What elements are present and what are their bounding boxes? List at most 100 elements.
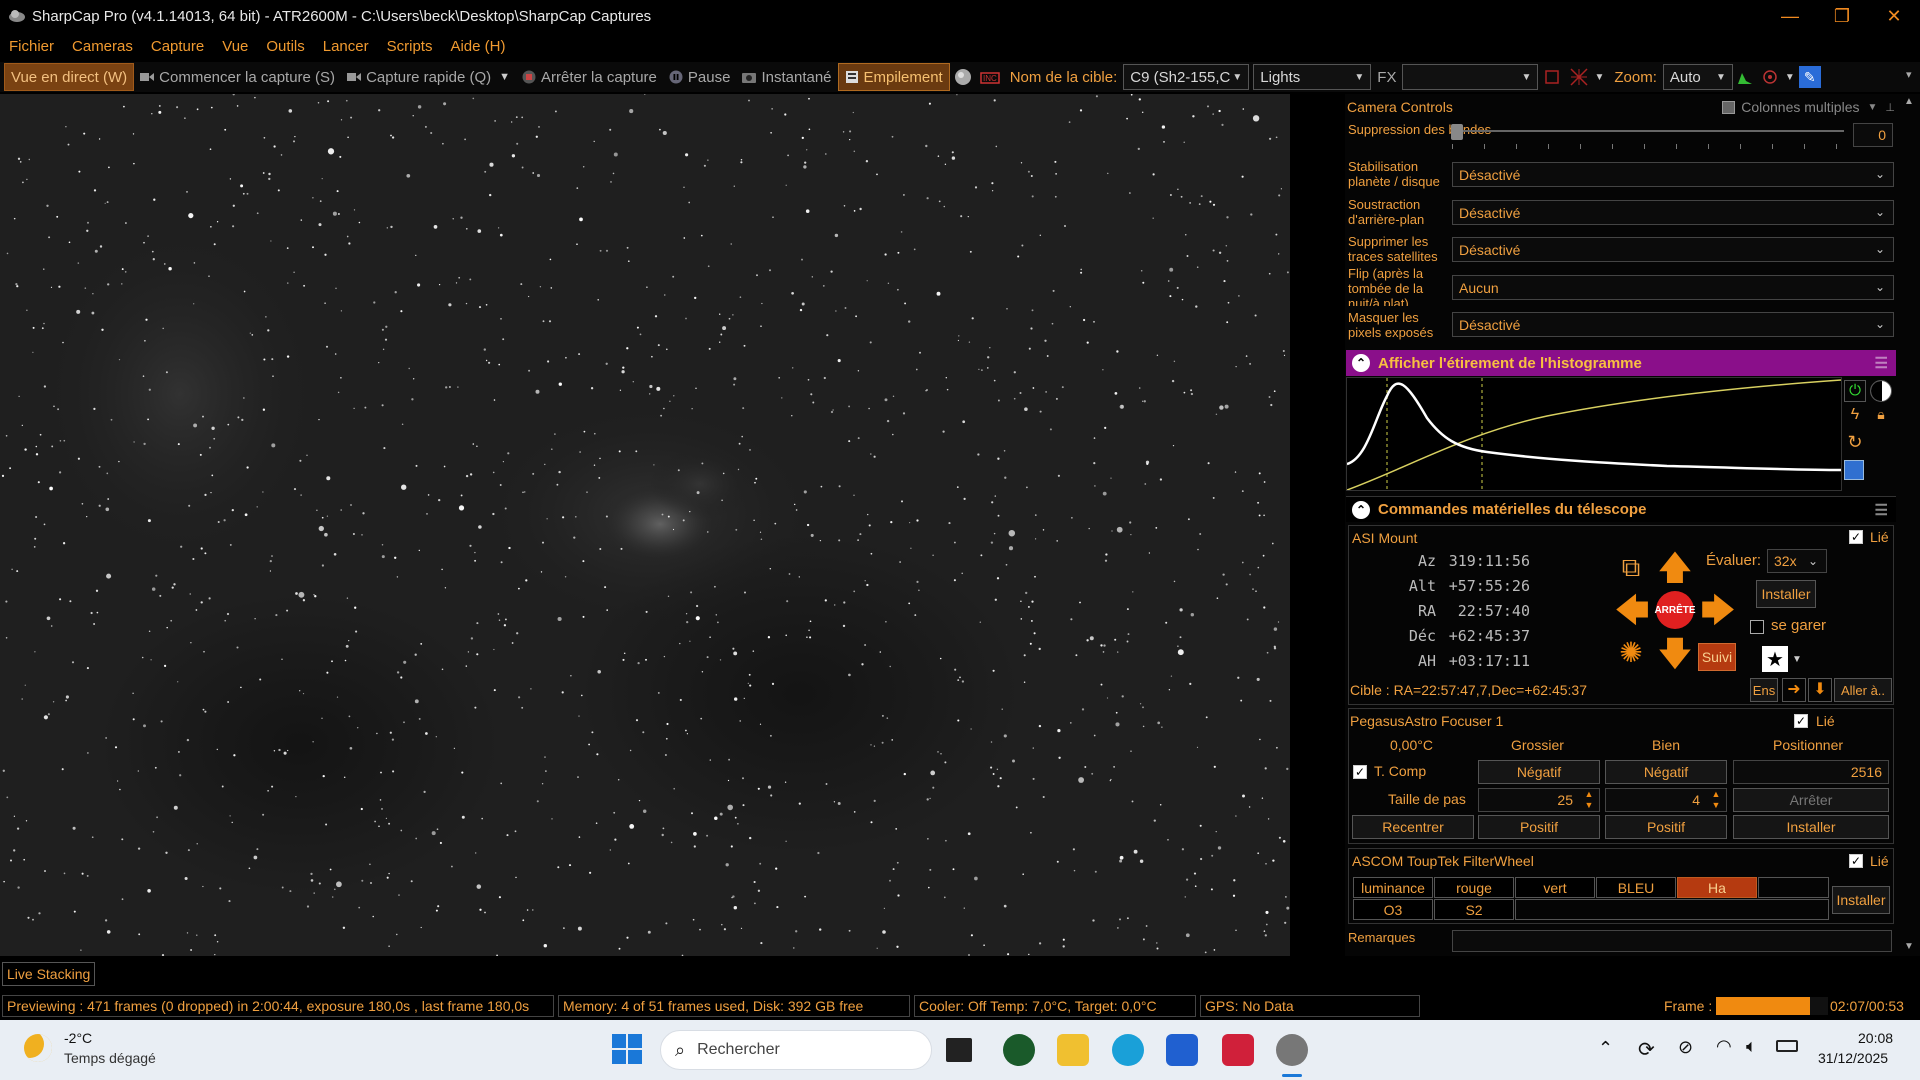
fine-positive-button[interactable]: Positif: [1605, 815, 1727, 839]
menu-cameras[interactable]: Cameras: [63, 38, 142, 55]
menu-fichier[interactable]: Fichier: [0, 38, 63, 55]
stop-mount-button[interactable]: ARRÊTE: [1654, 591, 1696, 629]
coarse-step-spinner-icon[interactable]: ▲ ▼: [1580, 789, 1598, 811]
filter-button[interactable]: O3: [1353, 899, 1433, 920]
menu-scripts[interactable]: Scripts: [378, 38, 442, 55]
park-checkbox[interactable]: [1750, 620, 1764, 634]
zoom-select[interactable]: Auto ▼: [1662, 64, 1733, 90]
chevron-down-icon[interactable]: ▼: [499, 71, 510, 83]
mount-linked-checkbox[interactable]: ✓: [1849, 530, 1863, 544]
start-capture-button[interactable]: Commencer la capture (S): [134, 63, 341, 91]
west-arrow-icon[interactable]: 🡄: [1612, 591, 1652, 631]
scroll-up-icon[interactable]: ▲: [1904, 96, 1914, 107]
store-icon[interactable]: [1166, 1034, 1198, 1066]
task-view-icon[interactable]: [946, 1038, 972, 1062]
menu-lines-icon[interactable]: ☰: [1875, 354, 1888, 372]
arrow-down-icon[interactable]: ⬇: [1808, 678, 1832, 702]
minimize-button[interactable]: —: [1764, 0, 1816, 32]
focuser-stop-button[interactable]: Arrêter: [1733, 788, 1889, 812]
fine-step-spinner-icon[interactable]: ▲ ▼: [1707, 789, 1725, 811]
tools-button[interactable]: ✎: [1798, 63, 1821, 91]
arrow-right-icon[interactable]: ➜: [1782, 678, 1806, 702]
set-target-button[interactable]: Ens: [1750, 678, 1778, 702]
quick-capture-button[interactable]: Capture rapide (Q) ▼: [341, 63, 516, 91]
multi-columns-checkbox[interactable]: [1722, 100, 1736, 114]
volume-icon[interactable]: 🔈︎: [1746, 1036, 1757, 1057]
sync-button[interactable]: ⧉: [1614, 550, 1648, 584]
fine-negative-button[interactable]: Négatif: [1605, 760, 1727, 784]
notes-input[interactable]: [1452, 930, 1892, 952]
wifi-icon[interactable]: ◠: [1716, 1036, 1732, 1057]
toolbar-overflow-icon[interactable]: ▾: [1906, 68, 1912, 81]
panel-scrollbar[interactable]: ▲ ▼: [1900, 94, 1920, 956]
collapse-icon[interactable]: ⌃: [1352, 500, 1370, 519]
menu-aide[interactable]: Aide (H): [441, 38, 514, 55]
crosshair-button[interactable]: ▼: [1566, 63, 1608, 91]
target-name-select[interactable]: C9 (Sh2-155,C ▼: [1123, 64, 1250, 90]
stabilisation-select[interactable]: Désactivé ⌄: [1452, 162, 1894, 187]
scroll-down-icon[interactable]: ▼: [1904, 941, 1914, 952]
filter-button[interactable]: Ha: [1677, 877, 1757, 898]
histogram-toggle-button[interactable]: [950, 63, 976, 91]
sharpcap-taskbar-icon[interactable]: [1276, 1034, 1308, 1066]
pin-icon[interactable]: ⊥: [1885, 101, 1895, 114]
frame-type-select[interactable]: Lights ▼: [1253, 64, 1372, 90]
restore-button[interactable]: ❐: [1816, 0, 1868, 32]
satellite-removal-select[interactable]: Désactivé ⌄: [1452, 237, 1894, 262]
banding-value[interactable]: 0: [1853, 123, 1893, 147]
hot-pixel-select[interactable]: Désactivé ⌄: [1452, 312, 1894, 337]
weather-moon-icon[interactable]: [24, 1034, 52, 1062]
menu-outils[interactable]: Outils: [257, 38, 313, 55]
banding-slider-thumb[interactable]: [1451, 124, 1463, 140]
stacking-button[interactable]: Empilement: [837, 63, 950, 91]
south-arrow-icon[interactable]: 🡇: [1655, 634, 1695, 674]
filter-button[interactable]: S2: [1434, 899, 1514, 920]
east-arrow-icon[interactable]: 🡆: [1698, 591, 1738, 631]
focuser-install-button[interactable]: Installer: [1733, 815, 1889, 839]
edge-icon[interactable]: [1112, 1034, 1144, 1066]
goto-button[interactable]: Aller à..: [1834, 678, 1892, 702]
histogram-panel[interactable]: [1346, 377, 1842, 491]
menu-lancer[interactable]: Lancer: [314, 38, 378, 55]
focuser-linked-checkbox[interactable]: ✓: [1794, 714, 1808, 728]
rate-select[interactable]: 32x ⌄: [1767, 549, 1827, 573]
flip-select[interactable]: Aucun ⌄: [1452, 275, 1894, 300]
filter-button[interactable]: rouge: [1434, 877, 1514, 898]
banding-slider[interactable]: [1452, 130, 1844, 132]
sync-icon[interactable]: ⟳: [1638, 1037, 1655, 1062]
save-icon[interactable]: [1844, 460, 1864, 480]
lightning-icon[interactable]: ϟ: [1844, 406, 1866, 428]
tcomp-checkbox[interactable]: ✓: [1353, 765, 1367, 779]
search-box[interactable]: ⌕ Rechercher: [660, 1030, 932, 1070]
pause-button[interactable]: Pause: [663, 63, 737, 91]
start-button[interactable]: [612, 1034, 642, 1064]
collapse-chevron-icon[interactable]: ▼: [1868, 102, 1878, 113]
filterwheel-linked-checkbox[interactable]: ✓: [1849, 854, 1863, 868]
stop-capture-button[interactable]: Arrêter la capture: [516, 63, 663, 91]
home-target-icon[interactable]: ✺: [1614, 636, 1648, 670]
mount-install-button[interactable]: Installer: [1756, 580, 1816, 608]
coarse-negative-button[interactable]: Négatif: [1478, 760, 1600, 784]
coarse-positive-button[interactable]: Positif: [1478, 815, 1600, 839]
live-view-button[interactable]: Vue en direct (W): [4, 63, 135, 91]
tracking-button[interactable]: Suivi: [1698, 643, 1736, 671]
close-button[interactable]: ✕: [1868, 0, 1920, 32]
favorites-button[interactable]: ★ ▼: [1762, 645, 1806, 673]
filterwheel-install-button[interactable]: Installer: [1832, 886, 1890, 914]
filter-button[interactable]: luminance: [1353, 877, 1433, 898]
camera-image-view[interactable]: [0, 94, 1290, 956]
contrast-icon[interactable]: [1870, 380, 1892, 402]
app-icon-green[interactable]: [1003, 1034, 1035, 1066]
focus-button[interactable]: ▼: [1757, 63, 1799, 91]
fx-select[interactable]: ▼: [1402, 64, 1539, 90]
histogram-button[interactable]: [1733, 63, 1757, 91]
power-icon[interactable]: ⏻: [1844, 380, 1866, 402]
histogram-header[interactable]: ⌃ Afficher l'étirement de l'histogramme …: [1346, 350, 1896, 376]
reticle-button[interactable]: [1538, 63, 1566, 91]
filter-button[interactable]: vert: [1515, 877, 1595, 898]
focuser-position-input[interactable]: 2516: [1733, 760, 1889, 784]
file-explorer-icon[interactable]: [1057, 1034, 1089, 1066]
snapshot-button[interactable]: Instantané: [736, 63, 837, 91]
telescope-header[interactable]: ⌃ Commandes matérielles du télescope ☰: [1346, 496, 1896, 522]
inc-button[interactable]: INC: [976, 63, 1004, 91]
